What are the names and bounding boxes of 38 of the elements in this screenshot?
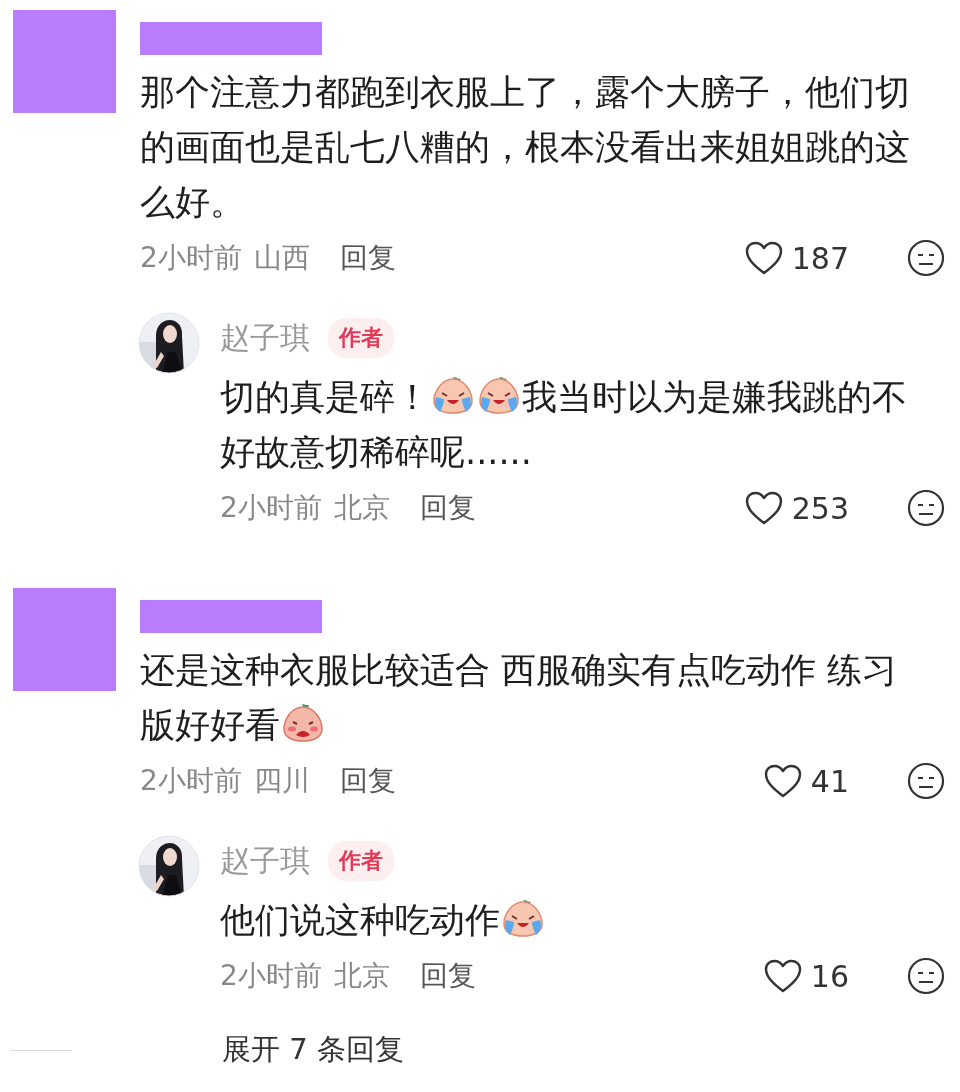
like-button[interactable]: 16 — [762, 958, 849, 994]
heart-icon — [743, 490, 784, 526]
comment-text: 那个注意力都跑到衣服上了，露个大膀子，他们切的画面也是乱七八糟的，根本没看出来姐姐跳的这么好。 — [140, 71, 911, 224]
comment-text: 他们说这种吃动作 — [220, 893, 920, 948]
reply-button[interactable]: 回复 — [339, 239, 396, 277]
like-button[interactable]: 41 — [762, 763, 849, 799]
author-name: 赵子琪 — [220, 318, 310, 357]
comment-location: 山西 — [253, 240, 310, 276]
reply-button[interactable]: 回复 — [419, 489, 476, 527]
author-name: 赵子琪 — [220, 841, 310, 880]
dislike-button[interactable] — [907, 957, 945, 995]
heart-icon — [762, 763, 803, 799]
comment-location: 北京 — [333, 490, 390, 526]
comment-time: 2小时前 — [220, 490, 322, 526]
comment-text: 切的真是碎！ 我当时以为是嫌我跳的不好故意切稀碎呢...... — [220, 370, 920, 480]
like-button[interactable]: 187 — [743, 240, 849, 276]
comment-location: 北京 — [333, 958, 390, 994]
reply-button[interactable]: 回复 — [339, 762, 396, 800]
comment-time: 2小时前 — [140, 240, 242, 276]
dislike-face-icon — [907, 489, 945, 527]
comment-time: 2小时前 — [220, 958, 322, 994]
heart-icon — [743, 240, 784, 276]
author-badge: 作者 — [328, 318, 394, 358]
expand-replies-link[interactable]: 展开 7 条回复 — [222, 1030, 404, 1070]
comment-location: 四川 — [253, 763, 310, 799]
dislike-face-icon — [907, 239, 945, 277]
author-badge: 作者 — [328, 841, 394, 881]
dislike-button[interactable] — [907, 762, 945, 800]
like-button[interactable]: 253 — [743, 490, 849, 526]
dislike-button[interactable] — [907, 489, 945, 527]
heart-icon — [762, 958, 803, 994]
comment-text: 还是这种衣服比较适合 西服确实有点吃动作 练习版好好看 — [140, 649, 899, 747]
reply-button[interactable]: 回复 — [419, 957, 476, 995]
comment-time: 2小时前 — [140, 763, 242, 799]
dislike-button[interactable] — [907, 239, 945, 277]
dislike-face-icon — [907, 957, 945, 995]
shy-face-icon — [280, 701, 326, 743]
dislike-face-icon — [907, 762, 945, 800]
